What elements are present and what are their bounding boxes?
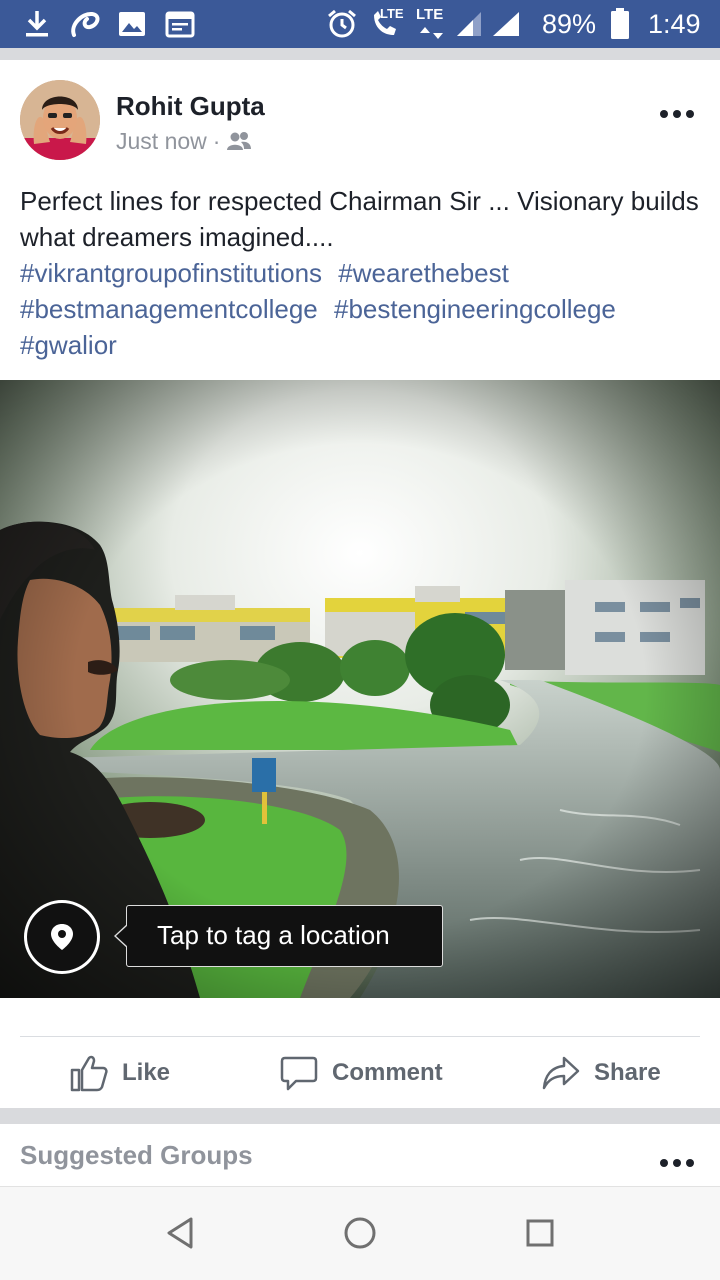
- gallery-icon: [118, 8, 146, 40]
- home-icon[interactable]: [340, 1213, 380, 1253]
- back-icon[interactable]: [160, 1213, 200, 1253]
- location-tooltip[interactable]: Tap to tag a location: [114, 905, 443, 967]
- hashtags: #vikrantgroupofinstitutions #wearethebes…: [20, 255, 710, 363]
- download-icon: [22, 8, 52, 40]
- hashtag-link[interactable]: #gwalior: [20, 330, 117, 360]
- hashtag-link[interactable]: #wearethebest: [338, 258, 509, 288]
- share-label: Share: [594, 1059, 661, 1086]
- battery-percent: 89%: [542, 9, 597, 39]
- post-meta: Just now ·: [116, 127, 252, 155]
- comment-button[interactable]: Comment: [280, 1050, 443, 1096]
- comment-label: Comment: [332, 1059, 443, 1086]
- suggested-options-icon[interactable]: [660, 1159, 694, 1167]
- author-name[interactable]: Rohit Gupta: [116, 91, 265, 122]
- lte-label: LTE: [380, 6, 404, 21]
- volte-call-icon: LTE: [364, 6, 404, 40]
- hashtag-link[interactable]: #bestengineeringcollege: [334, 294, 616, 324]
- like-label: Like: [122, 1059, 171, 1086]
- alarm-icon: [326, 8, 358, 40]
- map-pin-icon: [51, 924, 73, 950]
- like-icon: [70, 1054, 108, 1092]
- post-text: Perfect lines for respected Chairman Sir…: [20, 186, 699, 252]
- location-tag-button[interactable]: [24, 900, 100, 974]
- system-nav-bar: [0, 1186, 720, 1280]
- lte-label: LTE: [416, 6, 444, 23]
- hashtag-link[interactable]: #vikrantgroupofinstitutions: [20, 258, 322, 288]
- like-button[interactable]: Like: [70, 1050, 170, 1096]
- share-button[interactable]: Share: [542, 1050, 661, 1096]
- share-icon: [542, 1054, 580, 1092]
- suggested-groups-title: Suggested Groups: [20, 1140, 253, 1170]
- status-bar: LTE LTE 89% 1:49: [0, 0, 720, 48]
- comment-icon: [280, 1054, 318, 1092]
- feed-separator: [0, 48, 720, 60]
- divider: [20, 1036, 700, 1037]
- lte-data-icon: LTE: [414, 6, 450, 40]
- hashtag-link[interactable]: #bestmanagementcollege: [20, 294, 318, 324]
- airtel-icon: [68, 8, 102, 40]
- signal-icon: [490, 8, 522, 40]
- feed-separator: [0, 1108, 720, 1124]
- post-options-icon[interactable]: [660, 110, 694, 118]
- friends-icon[interactable]: [226, 131, 252, 151]
- battery-icon: [608, 8, 632, 40]
- calendar-icon: [164, 8, 196, 40]
- recents-icon[interactable]: [520, 1213, 560, 1253]
- avatar[interactable]: [20, 80, 100, 160]
- post-time[interactable]: Just now: [116, 128, 207, 155]
- signal-icon: [454, 8, 484, 40]
- clock: 1:49: [648, 9, 701, 39]
- separator: ·: [212, 127, 221, 154]
